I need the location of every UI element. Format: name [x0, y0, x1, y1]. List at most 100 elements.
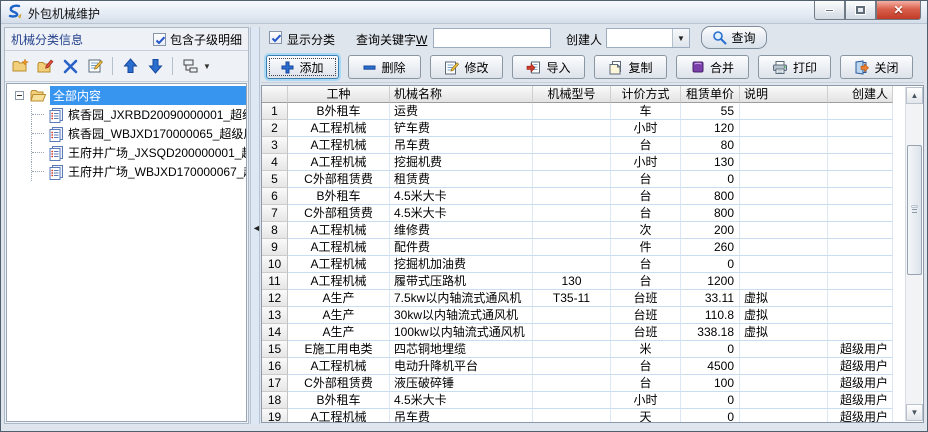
cell-model — [533, 137, 611, 154]
tree-item-label[interactable]: 槟香园_WBJXD170000065_超级用户 — [68, 125, 246, 142]
new-folder-icon[interactable] — [11, 57, 29, 75]
close-button[interactable]: ✕ — [876, 1, 921, 20]
table-row[interactable]: 8 A工程机械 维修费 次 200 — [262, 222, 923, 239]
table-row[interactable]: 2 A工程机械 铲车费 小时 120 — [262, 120, 923, 137]
cell-rent-price: 80 — [681, 137, 740, 154]
search-button[interactable]: 查询 — [701, 26, 767, 49]
cell-rownum: 2 — [262, 120, 288, 137]
close-window-button[interactable]: 关闭 — [840, 55, 913, 79]
table-row[interactable]: 1 B外租车 运费 车 55 — [262, 103, 923, 120]
creator-select[interactable]: ▼ — [606, 28, 690, 48]
table-row[interactable]: 19 A工程机械 吊车费 天 0 超级用户 — [262, 409, 923, 423]
tree-item[interactable]: 王府井广场_JXSQD200000001_超级用户 — [31, 143, 246, 162]
cell-creator: 超级用户 — [828, 341, 893, 358]
scroll-down-icon[interactable]: ▼ — [906, 404, 923, 421]
col-pricing-method[interactable]: 计价方式 — [611, 86, 681, 103]
cell-creator — [828, 222, 893, 239]
print-button[interactable]: 打印 — [758, 55, 831, 79]
col-machine-name[interactable]: 机械名称 — [390, 86, 533, 103]
cell-description — [740, 137, 828, 154]
table-row[interactable]: 3 A工程机械 吊车费 台 80 — [262, 137, 923, 154]
delete-button[interactable]: 删除 — [348, 55, 421, 79]
cell-pricing-method: 米 — [611, 341, 681, 358]
import-button[interactable]: 导入 — [512, 55, 585, 79]
include-sub-checkbox[interactable] — [153, 33, 166, 46]
vertical-scrollbar[interactable]: ▲ ▼ — [905, 87, 922, 421]
col-rownum[interactable] — [262, 86, 288, 103]
table-row[interactable]: 6 B外租车 4.5米大卡 台 800 — [262, 188, 923, 205]
tree-root-label[interactable]: 全部内容 — [50, 86, 246, 105]
cell-rownum: 9 — [262, 239, 288, 256]
copy-button[interactable]: 复制 — [594, 55, 667, 79]
cell-machine-name: 4.5米大卡 — [390, 205, 533, 222]
cell-creator: 超级用户 — [828, 392, 893, 409]
move-down-icon[interactable] — [146, 57, 164, 75]
panel-splitter[interactable]: ◄ — [250, 27, 260, 424]
table-row[interactable]: 12 A生产 7.5kw以内轴流式通风机 T35-11 台班 33.11 虚拟 — [262, 290, 923, 307]
show-category-checkbox[interactable] — [269, 31, 282, 44]
cell-rent-price: 0 — [681, 341, 740, 358]
minimize-button[interactable] — [814, 1, 845, 20]
cell-worktype: A工程机械 — [288, 273, 390, 290]
table-row[interactable]: 14 A生产 100kw以内轴流式通风机 台班 338.18 虚拟 — [262, 324, 923, 341]
add-button[interactable]: 添加 — [266, 55, 339, 79]
exit-icon — [854, 60, 869, 75]
cell-rent-price: 800 — [681, 188, 740, 205]
cell-description — [740, 188, 828, 205]
category-panel-header: 机械分类信息 包含子级明细 — [5, 28, 248, 51]
merge-button[interactable]: 合并 — [676, 55, 749, 79]
col-worktype[interactable]: 工种 — [288, 86, 390, 103]
machine-table: 工种 机械名称 机械型号 计价方式 租赁单价 说明 创建人 1 B外租车 运费 … — [261, 85, 924, 423]
maximize-button[interactable] — [845, 1, 876, 20]
cell-pricing-method: 天 — [611, 409, 681, 423]
table-row[interactable]: 10 A工程机械 挖掘机加油费 台 0 — [262, 256, 923, 273]
scroll-up-icon[interactable]: ▲ — [906, 87, 923, 104]
tree-item-label[interactable]: 王府井广场_JXSQD200000001_超级用户 — [68, 144, 246, 161]
tree-item-label[interactable]: 王府井广场_WBJXD170000067_超级用户 — [68, 163, 246, 180]
tree-item[interactable]: 槟香园_WBJXD170000065_超级用户 — [31, 124, 246, 143]
edit-item-icon[interactable] — [86, 57, 104, 75]
cell-pricing-method: 台 — [611, 137, 681, 154]
table-row[interactable]: 18 B外租车 4.5米大卡 小时 0 超级用户 — [262, 392, 923, 409]
chevron-down-icon[interactable]: ▼ — [672, 29, 689, 47]
edit-folder-icon[interactable] — [36, 57, 54, 75]
table-row[interactable]: 5 C外部租赁费 租赁费 台 0 — [262, 171, 923, 188]
tree-item[interactable]: 槟香园_JXRBD20090000001_超级用户 — [31, 105, 246, 124]
modify-button[interactable]: 修改 — [430, 55, 503, 79]
cell-machine-name: 租赁费 — [390, 171, 533, 188]
move-up-icon[interactable] — [121, 57, 139, 75]
cell-model — [533, 375, 611, 392]
scrollbar-thumb[interactable] — [907, 145, 922, 275]
col-description[interactable]: 说明 — [740, 86, 828, 103]
cell-worktype: A工程机械 — [288, 256, 390, 273]
tree-view-icon[interactable] — [181, 57, 199, 75]
table-row[interactable]: 15 E施工用电类 四芯铜地埋缆 米 0 超级用户 — [262, 341, 923, 358]
delete-icon[interactable] — [61, 57, 79, 75]
table-row[interactable]: 13 A生产 30kw以内轴流式通风机 台班 110.8 虚拟 — [262, 307, 923, 324]
table-row[interactable]: 4 A工程机械 挖掘机费 小时 130 — [262, 154, 923, 171]
cell-pricing-method: 小时 — [611, 154, 681, 171]
collapse-panel-icon[interactable]: ◄ — [252, 223, 261, 233]
tree-root-row[interactable]: 全部内容 — [7, 86, 246, 105]
table-row[interactable]: 7 C外部租赁费 4.5米大卡 台 800 — [262, 205, 923, 222]
tree-item[interactable]: 王府井广场_WBJXD170000067_超级用户 — [31, 162, 246, 181]
table-row[interactable]: 16 A工程机械 电动升降机平台 台 4500 超级用户 — [262, 358, 923, 375]
col-rent-price[interactable]: 租赁单价 — [681, 86, 740, 103]
cell-worktype: A工程机械 — [288, 154, 390, 171]
cell-worktype: A生产 — [288, 307, 390, 324]
cell-rownum: 19 — [262, 409, 288, 423]
tree-item-label[interactable]: 槟香园_JXRBD20090000001_超级用户 — [68, 106, 246, 123]
tree-view-dropdown-icon[interactable]: ▼ — [203, 62, 211, 71]
table-row[interactable]: 11 A工程机械 履带式压路机 130 台 1200 — [262, 273, 923, 290]
table-row[interactable]: 9 A工程机械 配件费 件 260 — [262, 239, 923, 256]
col-creator[interactable]: 创建人 — [828, 86, 893, 103]
cell-worktype: A工程机械 — [288, 409, 390, 423]
search-icon — [712, 30, 727, 45]
cell-machine-name: 4.5米大卡 — [390, 392, 533, 409]
col-model[interactable]: 机械型号 — [533, 86, 611, 103]
table-row[interactable]: 17 C外部租赁费 液压破碎锤 台 100 超级用户 — [262, 375, 923, 392]
tree-connector — [31, 162, 49, 181]
keyword-input[interactable] — [433, 28, 551, 48]
collapse-icon[interactable] — [15, 91, 24, 100]
cell-description — [740, 205, 828, 222]
